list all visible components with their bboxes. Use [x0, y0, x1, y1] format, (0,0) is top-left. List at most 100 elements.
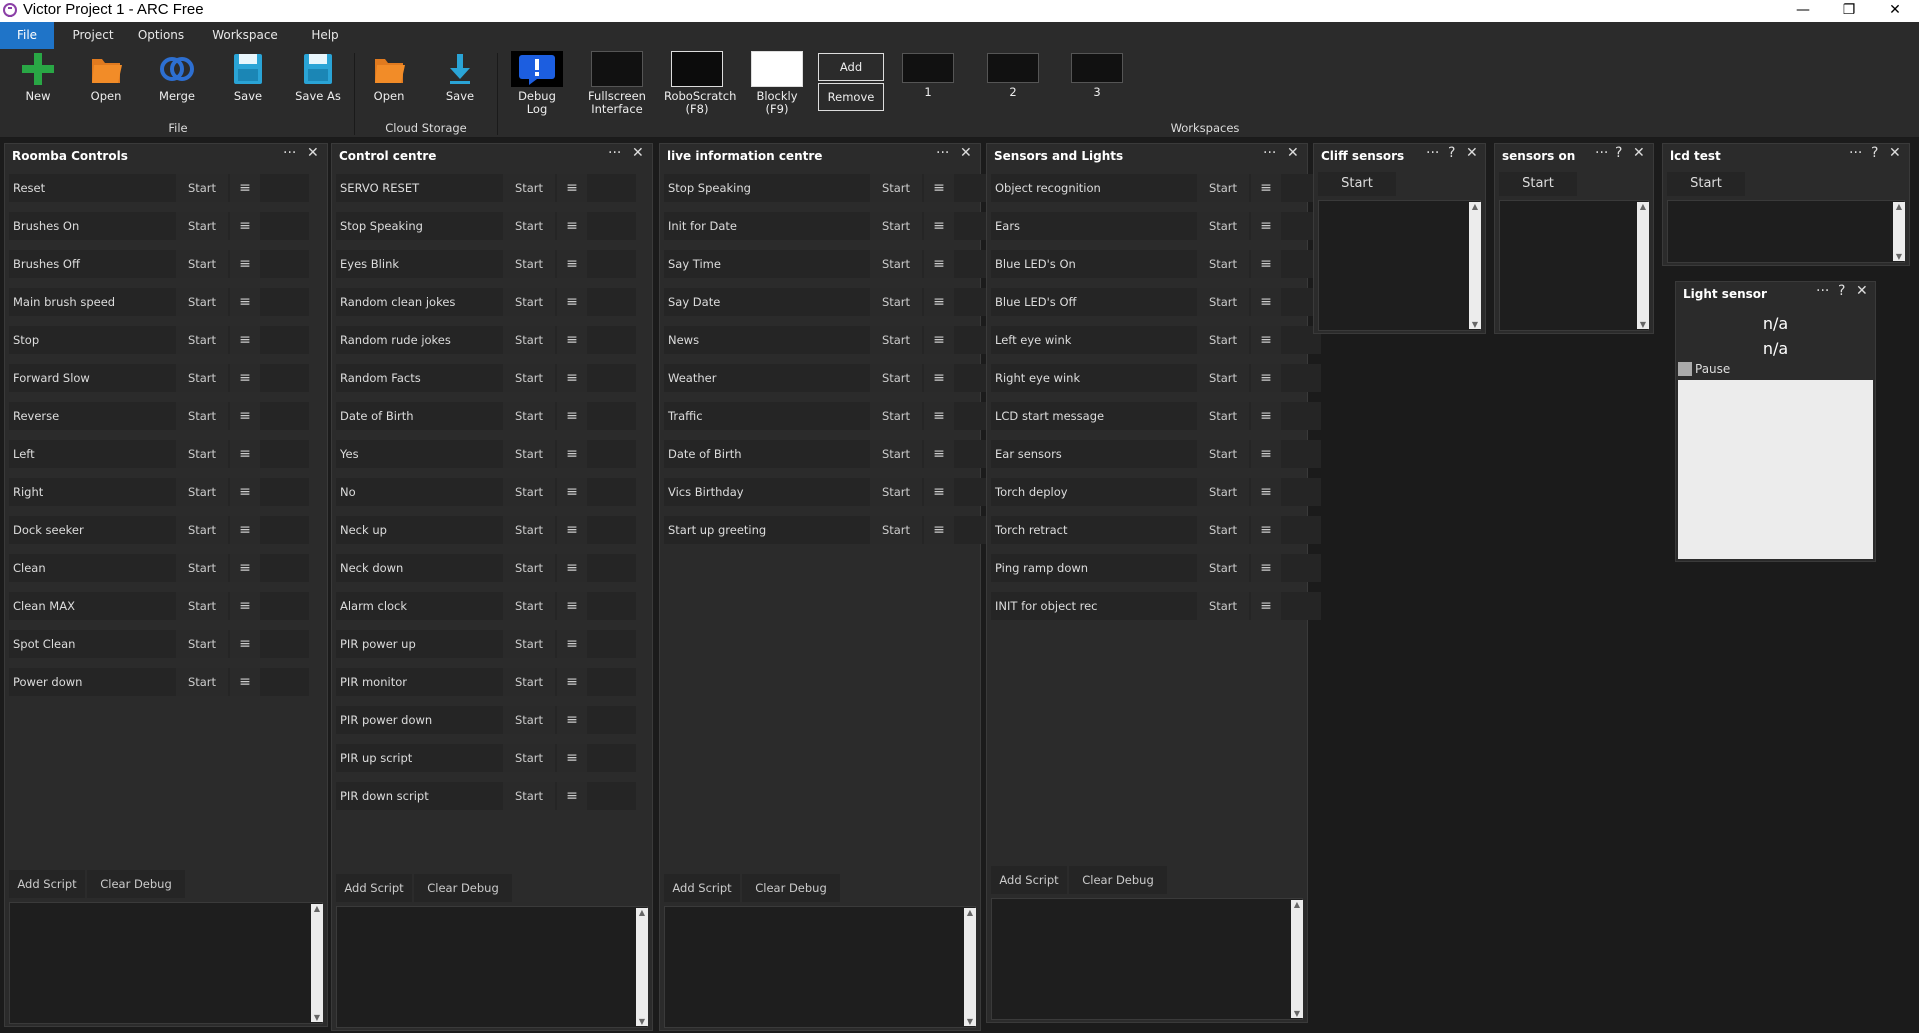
clear-debug-button[interactable]: Clear Debug [1069, 866, 1167, 894]
start-button[interactable]: Start [503, 212, 555, 240]
start-button[interactable]: Start [176, 516, 228, 544]
script-menu-icon[interactable]: ≡ [557, 668, 587, 696]
start-button[interactable]: Start [503, 364, 555, 392]
start-button[interactable]: Start [870, 364, 922, 392]
scrollbar[interactable]: ▲ ▼ [636, 908, 648, 1026]
start-button[interactable]: Start [870, 402, 922, 430]
scroll-up-icon[interactable]: ▲ [1637, 202, 1649, 211]
script-menu-icon[interactable]: ≡ [1251, 364, 1281, 392]
minimize-button[interactable]: — [1780, 0, 1826, 22]
clear-debug-button[interactable]: Clear Debug [87, 870, 185, 898]
start-button[interactable]: Start [176, 212, 228, 240]
scroll-down-icon[interactable]: ▼ [1291, 1009, 1303, 1018]
start-button[interactable]: Start [503, 592, 555, 620]
script-menu-icon[interactable]: ≡ [924, 212, 954, 240]
close-icon[interactable]: ✕ [1889, 145, 1901, 161]
script-menu-icon[interactable]: ≡ [230, 250, 260, 278]
script-menu-icon[interactable]: ≡ [557, 250, 587, 278]
script-menu-icon[interactable]: ≡ [1251, 554, 1281, 582]
start-button[interactable]: Start [503, 516, 555, 544]
workspace-1-button[interactable]: 1 [902, 53, 954, 99]
more-options-icon[interactable]: ··· [1263, 145, 1276, 161]
help-icon[interactable]: ? [1448, 145, 1455, 161]
script-menu-icon[interactable]: ≡ [557, 630, 587, 658]
start-button[interactable]: Start [1197, 592, 1249, 620]
help-icon[interactable]: ? [1838, 283, 1845, 299]
menu-project[interactable]: Project [66, 22, 120, 49]
start-button[interactable]: Start [870, 174, 922, 202]
start-button[interactable]: Start [1197, 364, 1249, 392]
script-menu-icon[interactable]: ≡ [1251, 212, 1281, 240]
script-menu-icon[interactable]: ≡ [557, 326, 587, 354]
fullscreen-interface-button[interactable]: Fullscreen Interface [586, 51, 648, 116]
close-icon[interactable]: ✕ [1466, 145, 1478, 161]
close-icon[interactable]: ✕ [632, 145, 644, 161]
help-icon[interactable]: ? [1615, 145, 1622, 161]
close-icon[interactable]: ✕ [1287, 145, 1299, 161]
start-button[interactable]: Start [176, 592, 228, 620]
start-button[interactable]: Start [176, 250, 228, 278]
clear-debug-button[interactable]: Clear Debug [414, 874, 512, 902]
script-menu-icon[interactable]: ≡ [230, 668, 260, 696]
help-icon[interactable]: ? [1871, 145, 1878, 161]
merge-button[interactable]: Merge [155, 51, 199, 103]
add-script-button[interactable]: Add Script [991, 866, 1067, 894]
scroll-down-icon[interactable]: ▼ [1893, 252, 1905, 261]
save-as-button[interactable]: Save As [295, 51, 341, 103]
start-button[interactable]: Start [1197, 174, 1249, 202]
start-button[interactable]: Start [1499, 172, 1577, 196]
start-button[interactable]: Start [1667, 172, 1745, 196]
menu-workspace[interactable]: Workspace [208, 22, 282, 49]
start-button[interactable]: Start [503, 288, 555, 316]
start-button[interactable]: Start [176, 478, 228, 506]
script-menu-icon[interactable]: ≡ [230, 478, 260, 506]
script-menu-icon[interactable]: ≡ [557, 744, 587, 772]
workspace-2-button[interactable]: 2 [987, 53, 1039, 99]
close-icon[interactable]: ✕ [960, 145, 972, 161]
start-button[interactable]: Start [870, 212, 922, 240]
debug-log-button[interactable]: Debug Log [508, 51, 566, 116]
close-window-button[interactable]: ✕ [1872, 0, 1918, 22]
start-button[interactable]: Start [1197, 402, 1249, 430]
pause-checkbox[interactable] [1678, 362, 1692, 376]
start-button[interactable]: Start [503, 402, 555, 430]
script-menu-icon[interactable]: ≡ [1251, 174, 1281, 202]
roboscratch-button[interactable]: RoboScratch (F8) [664, 51, 736, 116]
add-script-button[interactable]: Add Script [664, 874, 740, 902]
script-menu-icon[interactable]: ≡ [557, 364, 587, 392]
start-button[interactable]: Start [503, 440, 555, 468]
start-button[interactable]: Start [176, 288, 228, 316]
start-button[interactable]: Start [1197, 212, 1249, 240]
start-button[interactable]: Start [1197, 288, 1249, 316]
script-menu-icon[interactable]: ≡ [230, 212, 260, 240]
menu-help[interactable]: Help [300, 22, 350, 49]
add-script-button[interactable]: Add Script [9, 870, 85, 898]
scroll-up-icon[interactable]: ▲ [1291, 900, 1303, 909]
start-button[interactable]: Start [503, 630, 555, 658]
more-options-icon[interactable]: ··· [936, 145, 949, 161]
more-options-icon[interactable]: ··· [1426, 145, 1439, 161]
start-button[interactable]: Start [1197, 478, 1249, 506]
scroll-down-icon[interactable]: ▼ [636, 1017, 648, 1026]
script-menu-icon[interactable]: ≡ [230, 364, 260, 392]
script-menu-icon[interactable]: ≡ [1251, 326, 1281, 354]
scroll-down-icon[interactable]: ▼ [311, 1013, 323, 1022]
script-menu-icon[interactable]: ≡ [557, 782, 587, 810]
start-button[interactable]: Start [1318, 172, 1396, 196]
script-menu-icon[interactable]: ≡ [1251, 440, 1281, 468]
script-menu-icon[interactable]: ≡ [557, 478, 587, 506]
script-menu-icon[interactable]: ≡ [557, 174, 587, 202]
script-menu-icon[interactable]: ≡ [924, 364, 954, 392]
start-button[interactable]: Start [1197, 516, 1249, 544]
start-button[interactable]: Start [503, 478, 555, 506]
scrollbar[interactable]: ▲ ▼ [1637, 202, 1649, 329]
start-button[interactable]: Start [503, 174, 555, 202]
scroll-up-icon[interactable]: ▲ [1469, 202, 1481, 211]
start-button[interactable]: Start [176, 668, 228, 696]
script-menu-icon[interactable]: ≡ [1251, 288, 1281, 316]
scrollbar[interactable]: ▲ ▼ [1469, 202, 1481, 329]
menu-options[interactable]: Options [134, 22, 188, 49]
scrollbar[interactable]: ▲ ▼ [311, 904, 323, 1022]
start-button[interactable]: Start [176, 174, 228, 202]
start-button[interactable]: Start [870, 250, 922, 278]
